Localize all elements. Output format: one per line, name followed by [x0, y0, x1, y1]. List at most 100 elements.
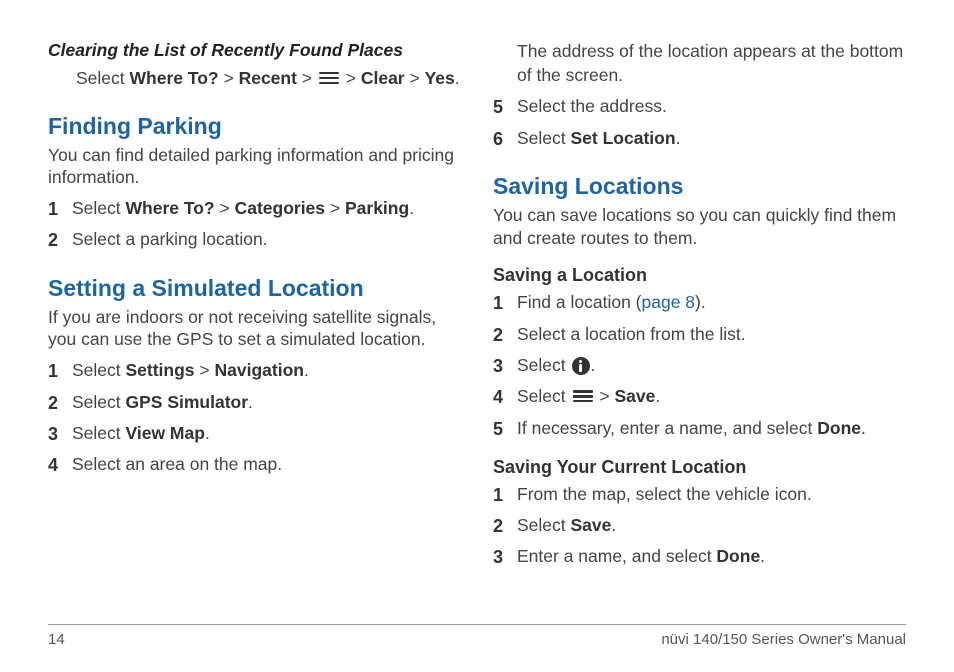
- list-item: 3 Select View Map.: [48, 422, 461, 446]
- step-num: 3: [493, 545, 517, 569]
- step-text: Select Where To? > Categories > Parking.: [72, 197, 461, 221]
- list-item: 3 Enter a name, and select Done.: [493, 545, 906, 569]
- list-item: 3 Select .: [493, 354, 906, 378]
- step-num: 1: [493, 291, 517, 315]
- step-text: Find a location (page 8).: [517, 291, 906, 315]
- footer: 14 nüvi 140/150 Series Owner's Manual: [48, 624, 906, 648]
- saving-intro: You can save locations so you can quickl…: [493, 204, 906, 250]
- simloc-title: Setting a Simulated Location: [48, 275, 461, 302]
- text: Find a location (: [517, 292, 642, 312]
- text: Select: [517, 355, 571, 375]
- text: Select: [72, 423, 126, 443]
- right-column: The address of the location appears at t…: [493, 40, 906, 610]
- left-column: Clearing the List of Recently Found Plac…: [48, 40, 461, 610]
- text: Select: [517, 128, 571, 148]
- step-num: 1: [48, 197, 72, 221]
- dot: .: [591, 355, 596, 375]
- step-num: 5: [493, 95, 517, 119]
- list-item: 1 Find a location (page 8).: [493, 291, 906, 315]
- step-num: 4: [48, 453, 72, 477]
- step-text: Select .: [517, 354, 906, 378]
- list-item: 2 Select GPS Simulator.: [48, 391, 461, 415]
- cont-note: The address of the location appears at t…: [493, 40, 906, 87]
- menu-icon: [573, 390, 593, 404]
- page-number: 14: [48, 631, 65, 648]
- bold: Set Location: [571, 128, 676, 148]
- dot: .: [455, 68, 460, 88]
- step-text: Select Save.: [517, 514, 906, 538]
- step-text: Select GPS Simulator.: [72, 391, 461, 415]
- step-num: 4: [493, 385, 517, 409]
- page-link[interactable]: page 8: [642, 292, 696, 312]
- simloc-steps: 1 Select Settings > Navigation. 2 Select…: [48, 359, 461, 477]
- sub1-title: Saving a Location: [493, 265, 906, 286]
- text: Select: [72, 198, 126, 218]
- sep: >: [341, 68, 361, 88]
- sep: >: [595, 386, 615, 406]
- manual-title: nüvi 140/150 Series Owner's Manual: [661, 631, 906, 648]
- list-item: 1 From the map, select the vehicle icon.: [493, 483, 906, 507]
- step-text: Select a location from the list.: [517, 323, 906, 347]
- sep: >: [215, 198, 235, 218]
- step-num: 2: [48, 391, 72, 415]
- cont-steps: 5 Select the address. 6 Select Set Locat…: [493, 95, 906, 151]
- sep: >: [405, 68, 425, 88]
- step-text: Select an area on the map.: [72, 453, 461, 477]
- dot: .: [655, 386, 660, 406]
- sub2-title: Saving Your Current Location: [493, 457, 906, 478]
- text: Select: [517, 386, 571, 406]
- step-num: 2: [48, 228, 72, 252]
- bold: GPS Simulator: [126, 392, 249, 412]
- dot: .: [409, 198, 414, 218]
- text: Select: [517, 515, 571, 535]
- sub2-steps: 1 From the map, select the vehicle icon.…: [493, 483, 906, 570]
- parking-steps: 1 Select Where To? > Categories > Parkin…: [48, 197, 461, 253]
- step-text: Select a parking location.: [72, 228, 461, 252]
- step-num: 1: [48, 359, 72, 383]
- step-num: 1: [493, 483, 517, 507]
- sep: >: [195, 360, 215, 380]
- step-text: From the map, select the vehicle icon.: [517, 483, 906, 507]
- simloc-intro: If you are indoors or not receiving sate…: [48, 306, 461, 352]
- bold: Clear: [361, 68, 405, 88]
- dot: .: [676, 128, 681, 148]
- sep: >: [297, 68, 317, 88]
- list-item: 1 Select Where To? > Categories > Parkin…: [48, 197, 461, 221]
- step-num: 3: [48, 422, 72, 446]
- parking-title: Finding Parking: [48, 113, 461, 140]
- text: If necessary, enter a name, and select: [517, 418, 817, 438]
- text: Enter a name, and select: [517, 546, 716, 566]
- text: Select: [72, 360, 126, 380]
- step-num: 2: [493, 514, 517, 538]
- list-item: 2 Select a location from the list.: [493, 323, 906, 347]
- step-text: Enter a name, and select Done.: [517, 545, 906, 569]
- dot: .: [205, 423, 210, 443]
- text: Select: [72, 392, 126, 412]
- bold: Save: [571, 515, 612, 535]
- list-item: 6 Select Set Location.: [493, 127, 906, 151]
- dot: .: [760, 546, 765, 566]
- step-num: 5: [493, 417, 517, 441]
- sep: >: [325, 198, 345, 218]
- clearing-title: Clearing the List of Recently Found Plac…: [48, 40, 461, 61]
- menu-icon: [319, 72, 339, 86]
- bold: Where To?: [130, 68, 219, 88]
- step-num: 2: [493, 323, 517, 347]
- bold: Parking: [345, 198, 409, 218]
- list-item: 2 Select Save.: [493, 514, 906, 538]
- list-item: 5 Select the address.: [493, 95, 906, 119]
- step-text: If necessary, enter a name, and select D…: [517, 417, 906, 441]
- saving-title: Saving Locations: [493, 173, 906, 200]
- bold: Categories: [235, 198, 325, 218]
- clearing-step: Select Where To? > Recent > > Clear > Ye…: [48, 67, 461, 91]
- dot: .: [611, 515, 616, 535]
- dot: ).: [695, 292, 706, 312]
- info-icon: [572, 357, 590, 375]
- bold: Navigation: [215, 360, 304, 380]
- step-text: Select > Save.: [517, 385, 906, 409]
- list-item: 4 Select > Save.: [493, 385, 906, 409]
- bold: Save: [614, 386, 655, 406]
- dot: .: [861, 418, 866, 438]
- dot: .: [304, 360, 309, 380]
- bold: Settings: [126, 360, 195, 380]
